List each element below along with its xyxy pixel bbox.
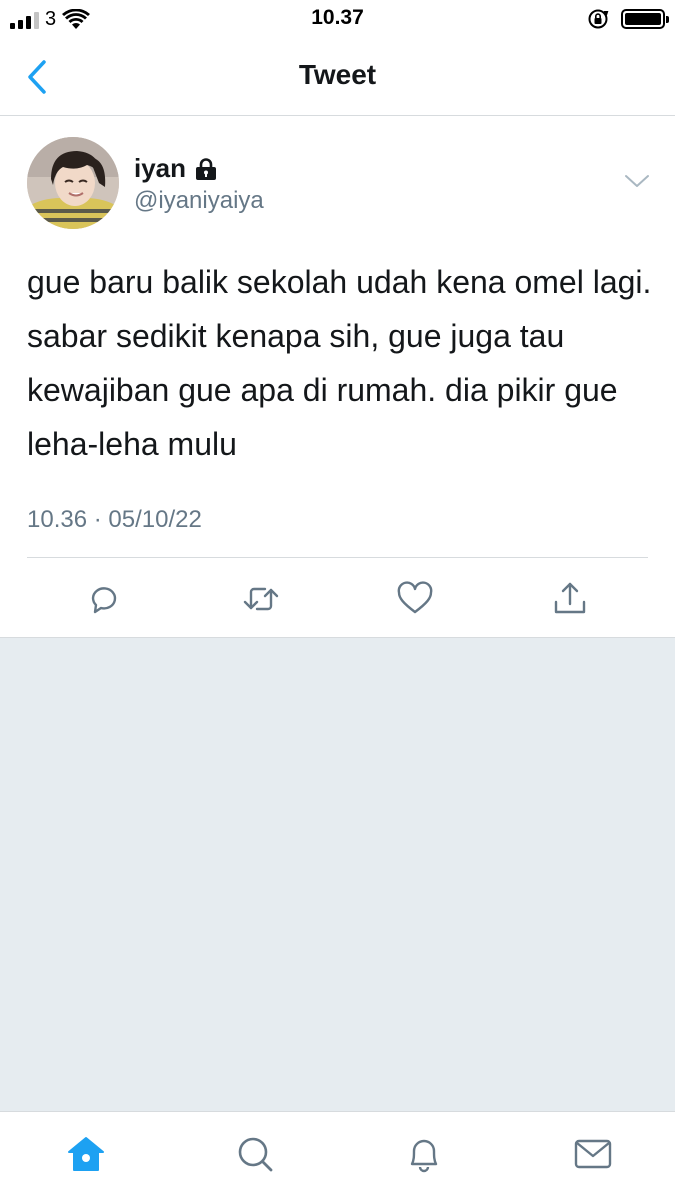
- more-options-button[interactable]: [624, 173, 650, 189]
- heart-icon: [397, 581, 433, 614]
- display-name-label: iyan: [134, 153, 187, 183]
- mail-icon: [574, 1139, 612, 1169]
- battery-icon: [621, 9, 669, 29]
- avatar-image: [27, 137, 119, 229]
- home-icon: [68, 1137, 104, 1171]
- replies-area: [0, 637, 675, 1111]
- lock-icon: [196, 157, 217, 180]
- tab-messages[interactable]: [573, 1134, 613, 1174]
- tab-bar: [0, 1111, 675, 1200]
- nav-header: Tweet: [0, 38, 675, 116]
- tweet-timestamp[interactable]: 10.36 · 05/10/22: [27, 506, 202, 534]
- tab-home[interactable]: [66, 1134, 106, 1174]
- status-bar: 3 10.37: [0, 0, 675, 38]
- tweet: iyan @iyaniyaiya gue baru balik sekolah …: [0, 117, 675, 637]
- reply-icon: [91, 587, 117, 614]
- rotation-lock-icon: [588, 9, 609, 29]
- user-handle[interactable]: @iyaniyaiya: [134, 187, 264, 215]
- reply-button[interactable]: [85, 580, 123, 618]
- share-button[interactable]: [551, 580, 589, 618]
- avatar[interactable]: [27, 137, 119, 229]
- chevron-down-icon: [625, 175, 649, 187]
- tab-notifications[interactable]: [404, 1134, 444, 1174]
- tab-search[interactable]: [235, 1134, 275, 1174]
- tweet-actions: [0, 558, 675, 637]
- share-icon: [554, 582, 586, 614]
- bell-icon: [410, 1139, 438, 1173]
- retweet-icon: [243, 587, 279, 611]
- status-time: 10.37: [311, 6, 364, 29]
- display-name[interactable]: iyan: [134, 153, 218, 184]
- retweet-button[interactable]: [241, 580, 279, 618]
- search-icon: [238, 1137, 273, 1172]
- status-right: [587, 8, 669, 30]
- page-title: Tweet: [298, 59, 377, 90]
- like-button[interactable]: [396, 580, 434, 618]
- tweet-text: gue baru balik sekolah udah kena omel la…: [27, 264, 652, 462]
